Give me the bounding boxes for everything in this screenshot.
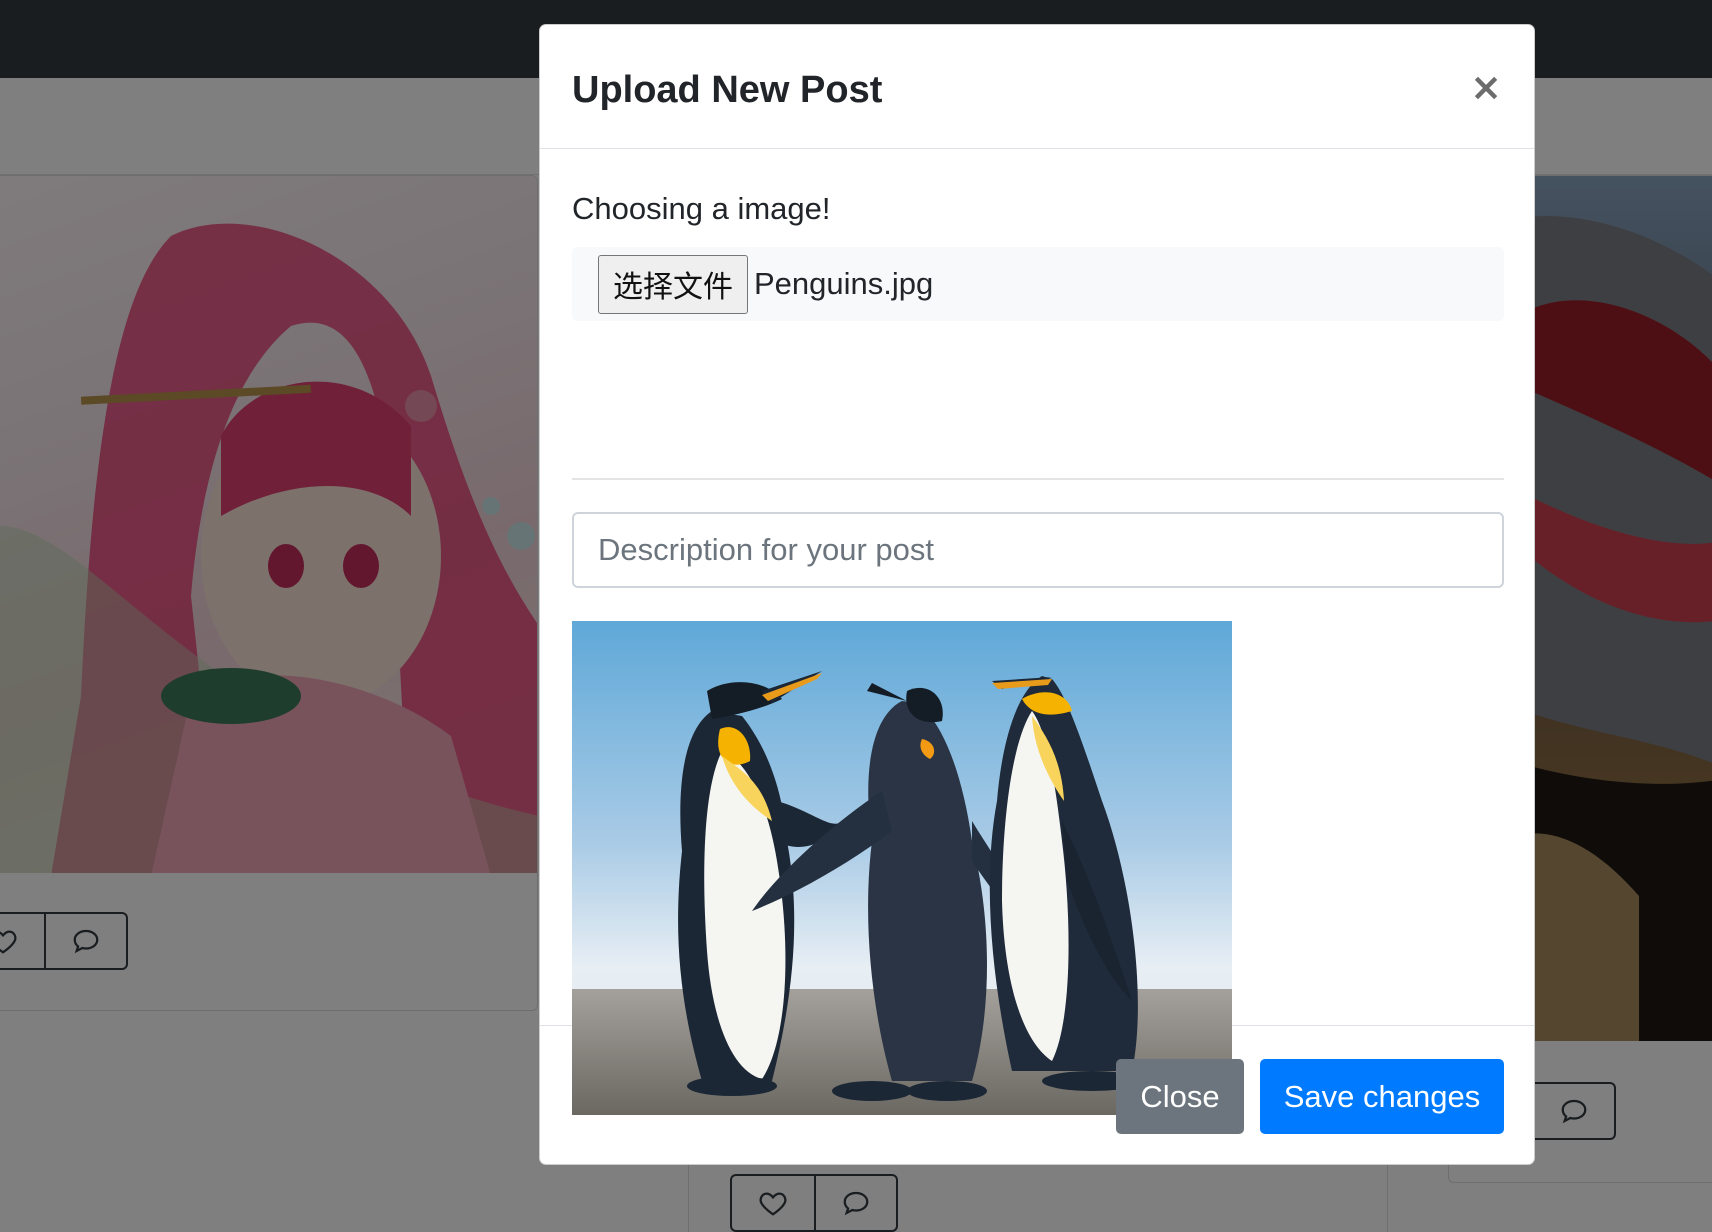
close-button[interactable]: Close (1116, 1059, 1244, 1134)
divider (572, 478, 1504, 480)
page: Upload New Post × Choosing a image! 选择文件… (0, 0, 1712, 1232)
choose-image-label: Choosing a image! (572, 191, 831, 226)
description-input[interactable] (572, 512, 1504, 588)
modal-header: Upload New Post × (540, 25, 1534, 149)
selected-file-name: Penguins.jpg (754, 266, 934, 301)
close-icon[interactable]: × (1470, 68, 1502, 106)
save-changes-button[interactable]: Save changes (1260, 1059, 1504, 1134)
choose-file-button[interactable]: 选择文件 (598, 254, 748, 314)
upload-post-modal: Upload New Post × Choosing a image! 选择文件… (539, 24, 1535, 1165)
modal-footer: Close Save changes (540, 1026, 1534, 1164)
modal-body: Choosing a image! 选择文件 Penguins.jpg (540, 149, 1534, 1115)
file-input: 选择文件 Penguins.jpg (572, 247, 1504, 321)
modal-title: Upload New Post (572, 69, 883, 111)
